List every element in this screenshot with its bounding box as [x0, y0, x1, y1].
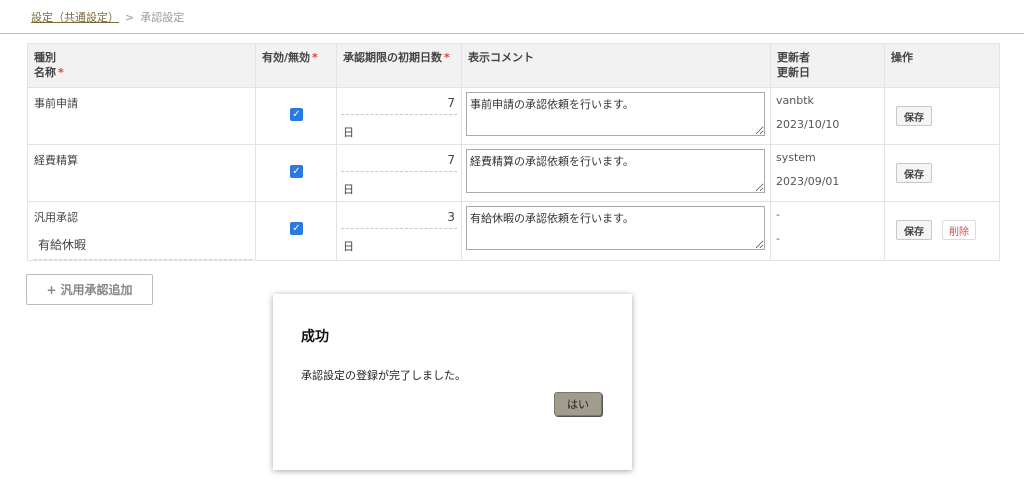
row-updated-at: 2023/10/10	[776, 118, 840, 131]
breadcrumb-parent-link[interactable]: 設定（共通設定）	[31, 11, 119, 24]
enabled-checkbox[interactable]: ✓	[290, 222, 303, 235]
header-name: 名称	[34, 66, 56, 79]
dialog-message: 承認設定の登録が完了しました。	[301, 369, 466, 382]
header-comment: 表示コメント	[461, 43, 771, 88]
header-days-cell: 承認期限の初期日数 *	[336, 43, 462, 88]
comment-textarea[interactable]: 経費精算の承認依頼を行います。	[466, 149, 765, 193]
days-input[interactable]: 7	[341, 96, 457, 115]
row-type: 汎用承認	[34, 211, 78, 224]
breadcrumb-current: 承認設定	[140, 11, 185, 24]
row-type: 経費精算	[34, 154, 78, 167]
row-updater: system	[776, 151, 816, 164]
row-updated-at: -	[776, 232, 780, 245]
row-actions-cell: 保存 削除	[884, 201, 1000, 261]
header-days: 承認期限の初期日数	[343, 51, 442, 64]
table-row: 汎用承認 有給休暇 ✓ 3 日 有給休暇の承認依頼を行います。 - - 保存 削…	[27, 201, 1000, 261]
table-row: 経費精算 ✓ 7 日 経費精算の承認依頼を行います。 system 2023/0…	[27, 144, 1000, 202]
row-updater-cell: vanbtk 2023/10/10	[770, 87, 885, 145]
delete-button[interactable]: 削除	[942, 220, 976, 240]
plus-icon: +	[46, 283, 57, 297]
header-actions: 操作	[884, 43, 1000, 88]
add-general-approval-button[interactable]: + 汎用承認追加	[26, 274, 153, 305]
days-unit: 日	[343, 126, 354, 139]
days-input[interactable]: 7	[341, 153, 457, 172]
days-input[interactable]: 3	[341, 210, 457, 229]
row-enabled-cell: ✓	[255, 144, 337, 202]
dialog-ok-button[interactable]: はい	[554, 392, 602, 416]
row-comment-cell: 事前申請の承認依頼を行います。	[461, 87, 771, 145]
approval-settings-table: 種別 名称 * 有効/無効 * 承認期限の初期日数 * 表示コメント 更新者 更新日 …	[27, 43, 1000, 261]
table-row: 事前申請 ✓ 7 日 事前申請の承認依頼を行います。 vanbtk 2023/1…	[27, 87, 1000, 145]
row-updater-cell: - -	[770, 201, 885, 261]
save-button[interactable]: 保存	[896, 106, 932, 126]
row-updater: -	[776, 208, 780, 221]
breadcrumb: 設定（共通設定） > 承認設定	[0, 0, 1024, 34]
row-updated-at: 2023/09/01	[776, 175, 840, 188]
row-comment-cell: 有給休暇の承認依頼を行います。	[461, 201, 771, 261]
days-unit: 日	[343, 240, 354, 253]
enabled-checkbox[interactable]: ✓	[290, 108, 303, 121]
add-button-label: 汎用承認追加	[60, 283, 133, 297]
header-enabled-cell: 有効/無効 *	[255, 43, 337, 88]
table-header-row: 種別 名称 * 有効/無効 * 承認期限の初期日数 * 表示コメント 更新者 更新日 …	[27, 43, 1000, 88]
row-enabled-cell: ✓	[255, 87, 337, 145]
enabled-checkbox[interactable]: ✓	[290, 165, 303, 178]
header-updater: 更新者	[777, 51, 810, 64]
comment-textarea[interactable]: 有給休暇の承認依頼を行います。	[466, 206, 765, 250]
row-updater: vanbtk	[776, 94, 814, 107]
row-actions-cell: 保存	[884, 87, 1000, 145]
row-type-cell: 経費精算	[27, 144, 256, 202]
header-updated-at: 更新日	[777, 66, 810, 79]
row-actions-cell: 保存	[884, 144, 1000, 202]
row-days-cell: 3 日	[336, 201, 462, 261]
days-unit: 日	[343, 183, 354, 196]
save-button[interactable]: 保存	[896, 220, 932, 240]
name-input[interactable]: 有給休暇	[34, 233, 252, 260]
header-type-name: 種別 名称 *	[27, 43, 256, 88]
required-mark: *	[312, 51, 318, 64]
row-comment-cell: 経費精算の承認依頼を行います。	[461, 144, 771, 202]
row-days-cell: 7 日	[336, 87, 462, 145]
comment-textarea[interactable]: 事前申請の承認依頼を行います。	[466, 92, 765, 136]
breadcrumb-separator: >	[125, 11, 135, 24]
save-button[interactable]: 保存	[896, 163, 932, 183]
row-type-cell: 汎用承認 有給休暇	[27, 201, 256, 261]
row-updater-cell: system 2023/09/01	[770, 144, 885, 202]
row-enabled-cell: ✓	[255, 201, 337, 261]
required-mark: *	[444, 51, 450, 64]
dialog-title: 成功	[301, 329, 329, 345]
header-type: 種別	[34, 51, 56, 64]
required-mark: *	[58, 66, 64, 79]
row-type-cell: 事前申請	[27, 87, 256, 145]
row-days-cell: 7 日	[336, 144, 462, 202]
header-updater-date: 更新者 更新日	[770, 43, 885, 88]
header-enabled: 有効/無効	[262, 51, 311, 64]
success-dialog: 成功 承認設定の登録が完了しました。 はい	[273, 294, 632, 470]
row-type: 事前申請	[34, 97, 78, 110]
